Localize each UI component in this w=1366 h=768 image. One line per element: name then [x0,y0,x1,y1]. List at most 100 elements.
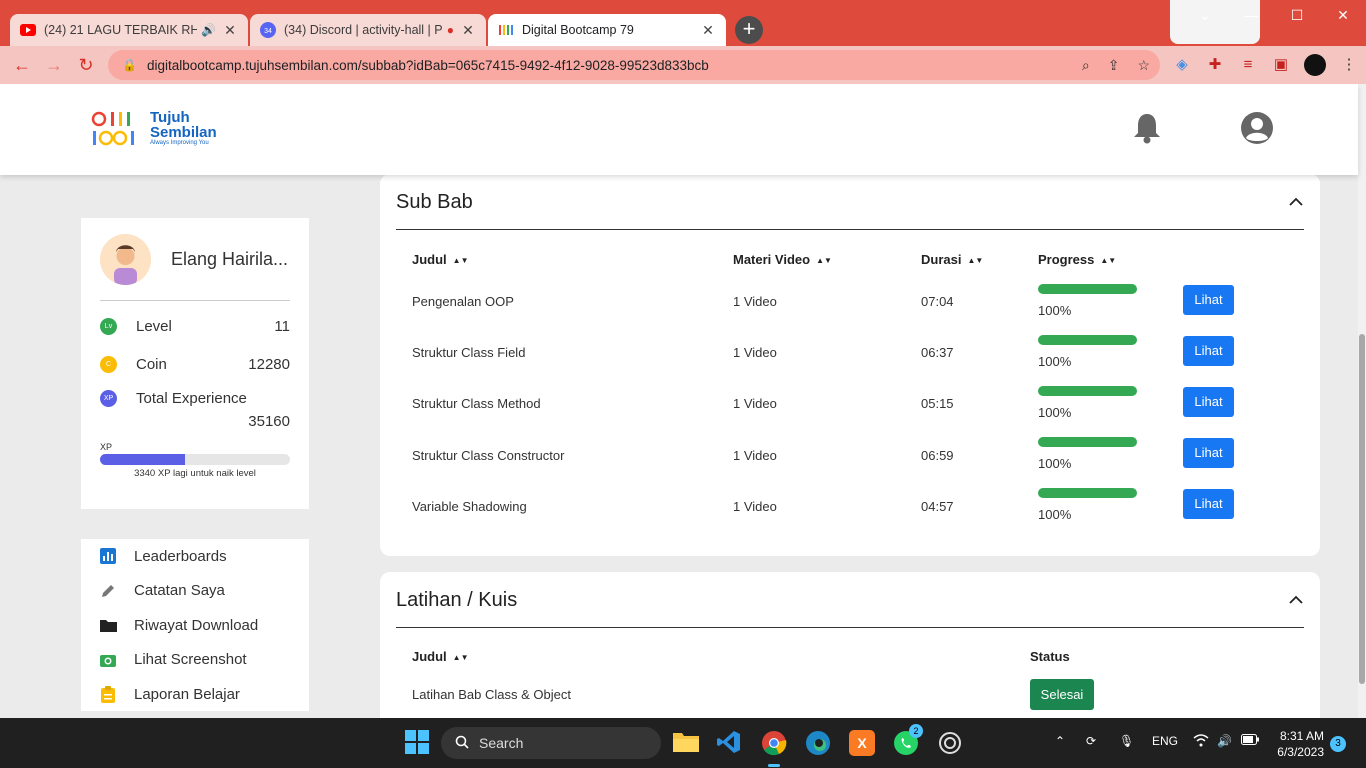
more-menu-icon[interactable]: ⋮ [1339,55,1359,75]
sort-icon[interactable]: ▲▼ [1100,256,1116,265]
forward-arrow-icon[interactable]: → [38,49,70,81]
scrollbar-thumb[interactable] [1359,334,1365,684]
battery-icon[interactable] [1241,734,1259,748]
lihat-button[interactable]: Lihat [1183,387,1234,417]
tab-discord[interactable]: 34 (34) Discord | activity-hall | P ● ✕ [250,14,486,46]
tab-search-icon[interactable]: ⌄ [1182,0,1228,30]
coin-badge-icon: C [100,355,117,373]
speaker-icon[interactable]: 🔊 [201,23,216,37]
microphone-icon[interactable]: 🎙 [1119,734,1134,748]
sidebar-item-catatan-saya[interactable]: Catatan Saya [99,574,291,609]
browser-tab-strip: (24) 21 LAGU TERBAIK RHOM 🔊 ✕ 34 (34) Di… [0,0,1366,46]
vscode-icon[interactable] [717,730,743,756]
site-logo[interactable]: Tujuh Sembilan Always Improving You [90,108,217,148]
tab-youtube[interactable]: (24) 21 LAGU TERBAIK RHOM 🔊 ✕ [10,14,248,46]
close-tab-icon[interactable]: ✕ [700,22,716,39]
taskbar-search[interactable]: Search [441,727,661,759]
lihat-button[interactable]: Lihat [1183,438,1234,468]
maximize-icon[interactable]: ☐ [1274,0,1320,30]
chevron-up-icon[interactable] [1288,194,1304,210]
cell-judul: Pengenalan OOP [412,294,514,309]
cell-judul: Struktur Class Constructor [412,448,565,463]
sidebar-item-riwayat-download[interactable]: Riwayat Download [99,608,291,643]
close-tab-icon[interactable]: ✕ [222,22,238,39]
sidebar-menu: Leaderboards Catatan Saya Riwayat Downlo… [81,539,309,711]
notification-bell-icon[interactable] [1132,112,1162,149]
extension-blue-icon[interactable]: ◈ [1172,55,1192,75]
chatgpt-icon[interactable] [937,730,963,756]
avatar[interactable] [100,233,151,285]
windows-taskbar: Search X 2 ⌃ ⟳ 🎙 ENG 🔊 8:31 AM 6/3/2023 … [0,718,1366,768]
lihat-button[interactable]: Lihat [1183,489,1234,519]
cell-materi: 1 Video [733,396,777,411]
minimize-icon[interactable]: — [1228,0,1274,30]
language-indicator[interactable]: ENG [1152,734,1178,748]
cell-materi: 1 Video [733,499,777,514]
window-controls: ⌄ — ☐ ✕ [1182,0,1366,30]
close-window-icon[interactable]: ✕ [1320,0,1366,30]
cell-judul: Variable Shadowing [412,499,527,514]
sidebar-item-leaderboards[interactable]: Leaderboards [99,539,291,574]
column-header-judul[interactable]: Judul ▲▼ [412,252,469,267]
chrome-icon[interactable] [761,730,787,756]
column-header-judul[interactable]: Judul ▲▼ [412,649,469,664]
wifi-icon[interactable] [1193,734,1209,750]
chevron-up-icon[interactable] [1288,592,1304,608]
logo-tagline: Always Improving You [150,140,209,146]
file-explorer-icon[interactable] [673,730,699,756]
media-control-icon[interactable]: ≡ [1238,55,1258,75]
taskbar-clock[interactable]: 8:31 AM 6/3/2023 [1266,728,1324,760]
cell-judul: Latihan Bab Class & Object [412,687,571,702]
whatsapp-icon[interactable]: 2 [893,724,923,756]
url-text[interactable]: digitalbootcamp.tujuhsembilan.com/subbab… [147,58,709,73]
clock-time: 8:31 AM [1279,729,1324,743]
search-label: Search [479,735,524,751]
new-tab-button[interactable]: + [735,16,763,44]
logo-text: Tujuh Sembilan Always Improving You [150,110,217,146]
side-panel-icon[interactable]: ▣ [1271,55,1291,75]
volume-icon[interactable]: 🔊 [1217,734,1232,748]
status-badge[interactable]: Selesai [1030,679,1094,710]
sidebar-item-label: Laporan Belajar [134,685,240,703]
sidebar-item-lihat-screenshot[interactable]: Lihat Screenshot [99,643,291,678]
edge-icon[interactable] [805,730,831,756]
sidebar-item-laporan-belajar[interactable]: Laporan Belajar [99,677,291,712]
sync-icon[interactable]: ⟳ [1086,734,1096,748]
sort-icon[interactable]: ▲▼ [816,256,832,265]
lihat-button[interactable]: Lihat [1183,336,1234,366]
notification-center-badge[interactable]: 3 [1330,736,1346,752]
xampp-icon[interactable]: X [849,730,875,756]
cell-progress: 100% [1038,303,1072,318]
sidebar-item-label: Lihat Screenshot [134,651,247,669]
column-header-materi-video[interactable]: Materi Video ▲▼ [733,252,832,267]
reload-icon[interactable]: ↻ [70,49,102,81]
lock-icon[interactable]: 🔒 [122,58,137,72]
stat-label: Level [136,317,172,335]
cell-materi: 1 Video [733,294,777,309]
clipboard-icon [99,685,117,703]
sort-icon[interactable]: ▲▼ [453,256,469,265]
column-label: Progress [1038,252,1095,267]
profile-name: Elang Hairila... [171,248,289,269]
user-account-icon[interactable] [1240,111,1274,150]
cell-progress: 100% [1038,354,1072,369]
lihat-button[interactable]: Lihat [1183,285,1234,315]
bookmark-star-icon[interactable]: ☆ [1137,57,1150,74]
tab-digital-bootcamp[interactable]: Digital Bootcamp 79 ✕ [488,14,726,46]
page-content: Tujuh Sembilan Always Improving You Elan… [0,84,1366,718]
extensions-puzzle-icon[interactable]: ✚ [1205,55,1225,75]
chevron-up-icon[interactable]: ⌃ [1055,734,1065,748]
sort-icon[interactable]: ▲▼ [967,256,983,265]
sort-icon[interactable]: ▲▼ [453,653,469,662]
windows-start-icon[interactable] [405,730,431,756]
back-arrow-icon[interactable]: ← [6,49,38,81]
column-header-durasi[interactable]: Durasi ▲▼ [921,252,983,267]
share-icon[interactable]: ⇪ [1108,57,1120,74]
zoom-icon[interactable]: ⌕ [1082,57,1090,74]
profile-avatar-icon[interactable] [1304,54,1326,76]
folder-icon [99,616,117,634]
column-header-progress[interactable]: Progress ▲▼ [1038,252,1116,267]
close-tab-icon[interactable]: ✕ [460,22,476,39]
address-bar[interactable]: 🔒 digitalbootcamp.tujuhsembilan.com/subb… [108,50,1160,80]
page-scrollbar[interactable] [1358,84,1366,718]
